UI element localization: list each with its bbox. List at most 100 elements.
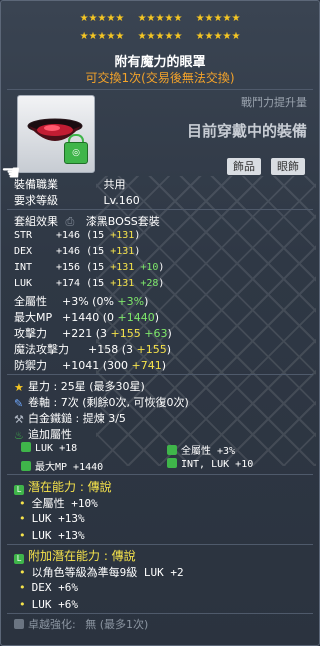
set-value: 漆黑BOSS套裝 xyxy=(85,215,160,228)
stat-base: (0% xyxy=(92,295,114,308)
star-force-row-1: ★★★★★ ★★★★★ ★★★★★ xyxy=(1,13,319,24)
scroll-icon: ✎ xyxy=(14,397,24,410)
flame-item: LUK +18 xyxy=(21,442,77,454)
stat-name: INT xyxy=(14,262,33,273)
stat-name: 最大MP xyxy=(14,311,53,324)
combat-power-label: 戰鬥力提升量 xyxy=(241,96,307,109)
stat-base: (300 xyxy=(102,359,129,372)
stat-total: +3% xyxy=(62,295,89,308)
star-group: ★★★★★ xyxy=(195,13,241,24)
stat-potential-bonus: +3% xyxy=(117,295,145,308)
stat-row: 防禦力 +1041 (300 +741) xyxy=(14,357,166,373)
stat-scroll-bonus: +131 xyxy=(110,278,135,289)
paren: ) xyxy=(154,311,160,324)
item-icon-box[interactable]: ◎ xyxy=(17,95,95,173)
stat-base: (15 xyxy=(86,230,105,241)
stat-base: (3 xyxy=(95,327,108,340)
level-row: 要求等級 Lv.160 xyxy=(14,192,140,208)
scroll-label: 卷軸 xyxy=(28,396,50,409)
tag-eye: 眼飾 xyxy=(271,158,305,175)
stat-total: +1041 xyxy=(62,359,100,372)
bonus-potential-header: L 附加潛在能力 : 傳說 xyxy=(14,547,136,564)
stat-row: DEX +146 (15 +131) xyxy=(14,246,140,257)
divider xyxy=(7,209,313,210)
exceptional-value: 無 (最多1次) xyxy=(85,618,149,631)
stat-row: STR +146 (15 +131) xyxy=(14,230,140,241)
divider xyxy=(7,474,313,475)
stat-row: 全屬性 +3% (0% +3%) xyxy=(14,293,148,309)
divider xyxy=(7,89,313,90)
bonus-potential-line: LUK +6% xyxy=(19,598,78,611)
green-lock-icon: ◎ xyxy=(64,142,88,164)
flame-item: 全屬性 +3% xyxy=(167,442,235,457)
stat-row: INT +156 (15 +131 +10) xyxy=(14,262,164,273)
stat-total: +146 xyxy=(56,246,81,257)
flame-header: 追加屬性 xyxy=(28,428,72,441)
potential-header: L 潛在能力 : 傳說 xyxy=(14,478,112,495)
bonus-potential-title: 附加潛在能力 : 傳說 xyxy=(28,549,136,563)
flame-header-row: ♨ 追加屬性 xyxy=(14,426,72,442)
stat-total: +221 xyxy=(62,327,93,340)
scroll-value: : 7次 (剩餘0次, 可恢復0次) xyxy=(53,396,189,409)
flame-item: 最大MP +1440 xyxy=(21,458,103,473)
hammer-value: : 提煉 3/5 xyxy=(75,412,126,425)
flame-item-icon xyxy=(21,442,31,452)
flame-item-text: 全屬性 +3% xyxy=(181,446,236,457)
stat-base: (15 xyxy=(86,278,105,289)
stat-potential-bonus: +10 xyxy=(140,262,159,273)
paren: ) xyxy=(158,262,165,273)
stat-potential-bonus: +1440 xyxy=(117,311,155,324)
stat-name: 全屬性 xyxy=(14,295,47,308)
star-group: ★★★★★ xyxy=(137,31,183,42)
paren: ) xyxy=(134,230,141,241)
flame-item-text: 最大MP +1440 xyxy=(35,462,104,473)
scroll-row: ✎ 卷軸 : 7次 (剩餘0次, 可恢復0次) xyxy=(14,394,189,410)
divider xyxy=(7,544,313,545)
level-label: 要求等級 xyxy=(14,194,58,207)
potential-line: LUK +13% xyxy=(19,512,85,525)
stat-name: LUK xyxy=(14,278,33,289)
tag-accessory: 飾品 xyxy=(227,158,261,175)
star-force-row-2: ★★★★★ ★★★★★ ★★★★★ xyxy=(1,31,319,42)
equipped-label: 目前穿戴中的裝備 xyxy=(186,122,307,140)
flame-item-icon xyxy=(21,461,31,471)
job-value: 共用 xyxy=(103,178,126,191)
stat-total: +1440 xyxy=(62,311,100,324)
item-name: 附有魔力的眼罩 xyxy=(114,55,206,70)
potential-line: 全屬性 +10% xyxy=(19,495,98,511)
job-row: 裝備職業 共用 xyxy=(14,176,126,192)
potential-title: 潛在能力 : 傳說 xyxy=(28,480,112,494)
stat-total: +146 xyxy=(56,230,81,241)
stat-base: (15 xyxy=(86,262,105,273)
stat-name: 魔法攻擊力 xyxy=(14,343,69,356)
stat-scroll-bonus: +155 xyxy=(136,343,167,356)
bonus-potential-line: 以角色等級為準每9級 LUK +2 xyxy=(19,564,184,580)
flame-item-text: LUK +18 xyxy=(35,443,78,454)
stat-star-bonus: +741 xyxy=(131,359,162,372)
stat-base: (0 xyxy=(102,311,115,324)
stat-scroll-bonus: +155 xyxy=(110,327,141,340)
star-label: 星力 xyxy=(28,380,50,393)
star-group: ★★★★★ xyxy=(79,31,125,42)
item-tooltip: ★★★★★ ★★★★★ ★★★★★ ★★★★★ ★★★★★ ★★★★★ 附有魔力… xyxy=(0,0,320,646)
hammer-row: ⚒ 白金鐵鎚 : 提煉 3/5 xyxy=(14,410,126,426)
star-group: ★★★★★ xyxy=(195,31,241,42)
job-label: 裝備職業 xyxy=(14,178,58,191)
legendary-badge-icon: L xyxy=(14,485,24,495)
stat-scroll-bonus: +131 xyxy=(110,262,135,273)
set-row: 套組效果 ⎙ 漆黑BOSS套裝 xyxy=(14,213,160,229)
stat-name: DEX xyxy=(14,246,33,257)
set-label: 套組效果 xyxy=(14,215,58,228)
level-value: Lv.160 xyxy=(103,194,140,207)
stat-row: 魔法攻擊力 +158 (3 +155) xyxy=(14,341,171,357)
star-value: : 25星 (最多30星) xyxy=(53,380,145,393)
stat-row: 最大MP +1440 (0 +1440) xyxy=(14,309,159,325)
stat-scroll-bonus: +131 xyxy=(110,230,135,241)
paren: ) xyxy=(158,278,165,289)
potential-line: LUK +13% xyxy=(19,529,85,542)
stat-base: (15 xyxy=(86,246,105,257)
divider xyxy=(7,374,313,375)
stat-total: +158 xyxy=(88,343,119,356)
star-group: ★★★★★ xyxy=(137,13,183,24)
stat-row: LUK +174 (15 +131 +28) xyxy=(14,278,164,289)
